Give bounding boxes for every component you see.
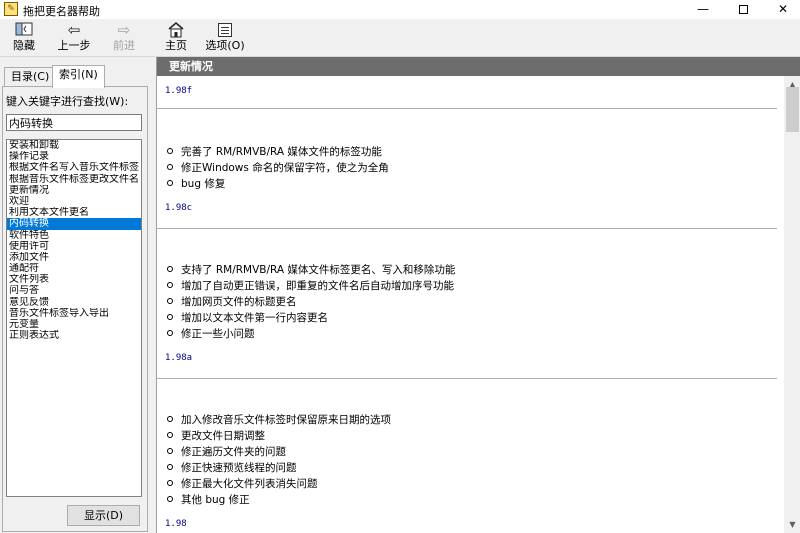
keyword-item[interactable]: 使用许可 xyxy=(7,241,141,252)
show-button[interactable]: 显示(D) xyxy=(67,505,140,526)
scroll-thumb[interactable] xyxy=(786,87,799,132)
bullet-icon xyxy=(167,330,173,336)
keyword-item[interactable]: 添加文件 xyxy=(7,252,141,263)
content-pane: 更新情况 1.98f 完善了 RM/RMVB/RA 媒体文件的标签功能 修正Wi… xyxy=(156,57,800,533)
keyword-item[interactable]: 操作记录 xyxy=(7,151,141,162)
close-button[interactable]: ✕ xyxy=(766,0,800,19)
keyword-item[interactable]: 问与答 xyxy=(7,285,141,296)
version-heading: 1.98 xyxy=(165,519,187,529)
divider xyxy=(157,108,777,109)
tab-index[interactable]: 索引(N) xyxy=(52,65,105,88)
bullet-icon xyxy=(167,464,173,470)
home-icon xyxy=(158,21,194,39)
home-label: 主页 xyxy=(165,39,187,52)
version-heading: 1.98f xyxy=(165,86,193,96)
list-item: 修正快速预览线程的问题 xyxy=(167,460,297,475)
keyword-item[interactable]: 正则表达式 xyxy=(7,330,141,341)
list-item: 修正一些小问题 xyxy=(167,326,255,341)
back-button[interactable]: ⇦ 上一步 xyxy=(56,21,92,55)
scroll-down-icon[interactable]: ▼ xyxy=(784,516,800,533)
divider xyxy=(157,378,777,379)
list-item: 修正最大化文件列表消失问题 xyxy=(167,476,318,491)
bullet-icon xyxy=(167,282,173,288)
topic-body: 1.98f 完善了 RM/RMVB/RA 媒体文件的标签功能 修正Windows… xyxy=(157,76,784,533)
keyword-item[interactable]: 通配符 xyxy=(7,263,141,274)
maximize-icon xyxy=(738,5,748,14)
list-item: 加入修改音乐文件标签时保留原来日期的选项 xyxy=(167,412,391,427)
hide-pane-icon xyxy=(6,21,42,39)
bullet-icon xyxy=(167,298,173,304)
keyword-item[interactable]: 欢迎 xyxy=(7,196,141,207)
bullet-icon xyxy=(167,496,173,502)
topic-title: 更新情况 xyxy=(157,57,800,76)
keyword-item[interactable]: 安装和卸载 xyxy=(7,140,141,151)
navigation-pane: 目录(C) 索引(N) 键入关键字进行查找(W): 安装和卸载操作记录根据文件名… xyxy=(0,57,150,533)
window-title: 拖把更名器帮助 xyxy=(23,5,100,18)
home-button[interactable]: 主页 xyxy=(158,21,194,55)
divider xyxy=(157,228,777,229)
title-bar: ✎ 拖把更名器帮助 — ✕ xyxy=(0,0,800,19)
keyword-item[interactable]: 根据音乐文件标签更改文件名 xyxy=(7,174,141,185)
list-item: 完善了 RM/RMVB/RA 媒体文件的标签功能 xyxy=(167,144,382,159)
toolbar: 隐藏 ⇦ 上一步 ⇨ 前进 主页 选项(O) xyxy=(0,19,800,57)
vertical-scrollbar[interactable]: ▲ ▼ xyxy=(784,76,800,533)
list-item: bug 修复 xyxy=(167,176,225,191)
keyword-item[interactable]: 根据文件名写入音乐文件标签 xyxy=(7,162,141,173)
forward-label: 前进 xyxy=(113,39,135,52)
hide-button[interactable]: 隐藏 xyxy=(6,21,42,55)
keyword-item[interactable]: 内码转换 xyxy=(7,218,141,230)
keyword-item[interactable]: 更新情况 xyxy=(7,185,141,196)
bullet-icon xyxy=(167,480,173,486)
keyword-item[interactable]: 文件列表 xyxy=(7,274,141,285)
options-icon xyxy=(203,21,247,39)
bullet-icon xyxy=(167,266,173,272)
bullet-icon xyxy=(167,448,173,454)
back-label: 上一步 xyxy=(57,39,91,52)
maximize-button[interactable] xyxy=(726,0,760,19)
minimize-button[interactable]: — xyxy=(686,0,720,19)
list-item: 增加了自动更正错误，即重复的文件名后自动增加序号功能 xyxy=(167,278,454,293)
version-heading: 1.98c xyxy=(165,203,193,213)
list-item: 修正遍历文件夹的问题 xyxy=(167,444,286,459)
keyword-list[interactable]: 安装和卸载 操作记录 根据文件名写入音乐文件标签 根据音乐文件标签更改文件名 更新情况欢… xyxy=(6,139,142,497)
hide-label: 隐藏 xyxy=(13,39,35,52)
list-item: 增加以文本文件第一行内容更名 xyxy=(167,310,328,325)
version-heading: 1.98a xyxy=(165,353,193,363)
forward-arrow-icon: ⇨ xyxy=(117,21,131,39)
back-arrow-icon: ⇦ xyxy=(67,21,81,39)
bullet-icon xyxy=(167,314,173,320)
keyword-item[interactable]: 软件特色 xyxy=(7,230,141,241)
list-item: 修正Windows 命名的保留字符，使之为全角 xyxy=(167,160,389,175)
index-panel: 键入关键字进行查找(W): 安装和卸载操作记录根据文件名写入音乐文件标签根据音乐… xyxy=(2,86,148,532)
help-window: ✎ 拖把更名器帮助 — ✕ 隐藏 ⇦ 上一步 ⇨ 前进 主页 选项(O) 目录(… xyxy=(0,0,800,533)
help-app-icon: ✎ xyxy=(4,2,18,16)
keyword-item[interactable]: 意见反馈 xyxy=(7,297,141,308)
bullet-icon xyxy=(167,416,173,422)
keyword-item[interactable]: 音乐文件标签导入导出 xyxy=(7,308,141,319)
list-item: 支持了 RM/RMVB/RA 媒体文件标签更名、写入和移除功能 xyxy=(167,262,455,277)
list-item: 其他 bug 修正 xyxy=(167,492,250,507)
list-item: 更改文件日期调整 xyxy=(167,428,265,443)
bullet-icon xyxy=(167,164,173,170)
keyword-item[interactable]: 利用文本文件更名 xyxy=(7,207,141,218)
keyword-search-label: 键入关键字进行查找(W): xyxy=(6,95,129,108)
bullet-icon xyxy=(167,180,173,186)
nav-tabs: 目录(C) 索引(N) xyxy=(2,65,148,88)
bullet-icon xyxy=(167,148,173,154)
forward-button[interactable]: ⇨ 前进 xyxy=(106,21,142,55)
tab-contents[interactable]: 目录(C) xyxy=(4,67,57,87)
options-button[interactable]: 选项(O) xyxy=(203,21,247,55)
keyword-search-input[interactable] xyxy=(6,114,142,131)
keyword-item[interactable]: 元变量 xyxy=(7,319,141,330)
options-label: 选项(O) xyxy=(205,39,245,52)
list-item: 增加网页文件的标题更名 xyxy=(167,294,297,309)
bullet-icon xyxy=(167,432,173,438)
